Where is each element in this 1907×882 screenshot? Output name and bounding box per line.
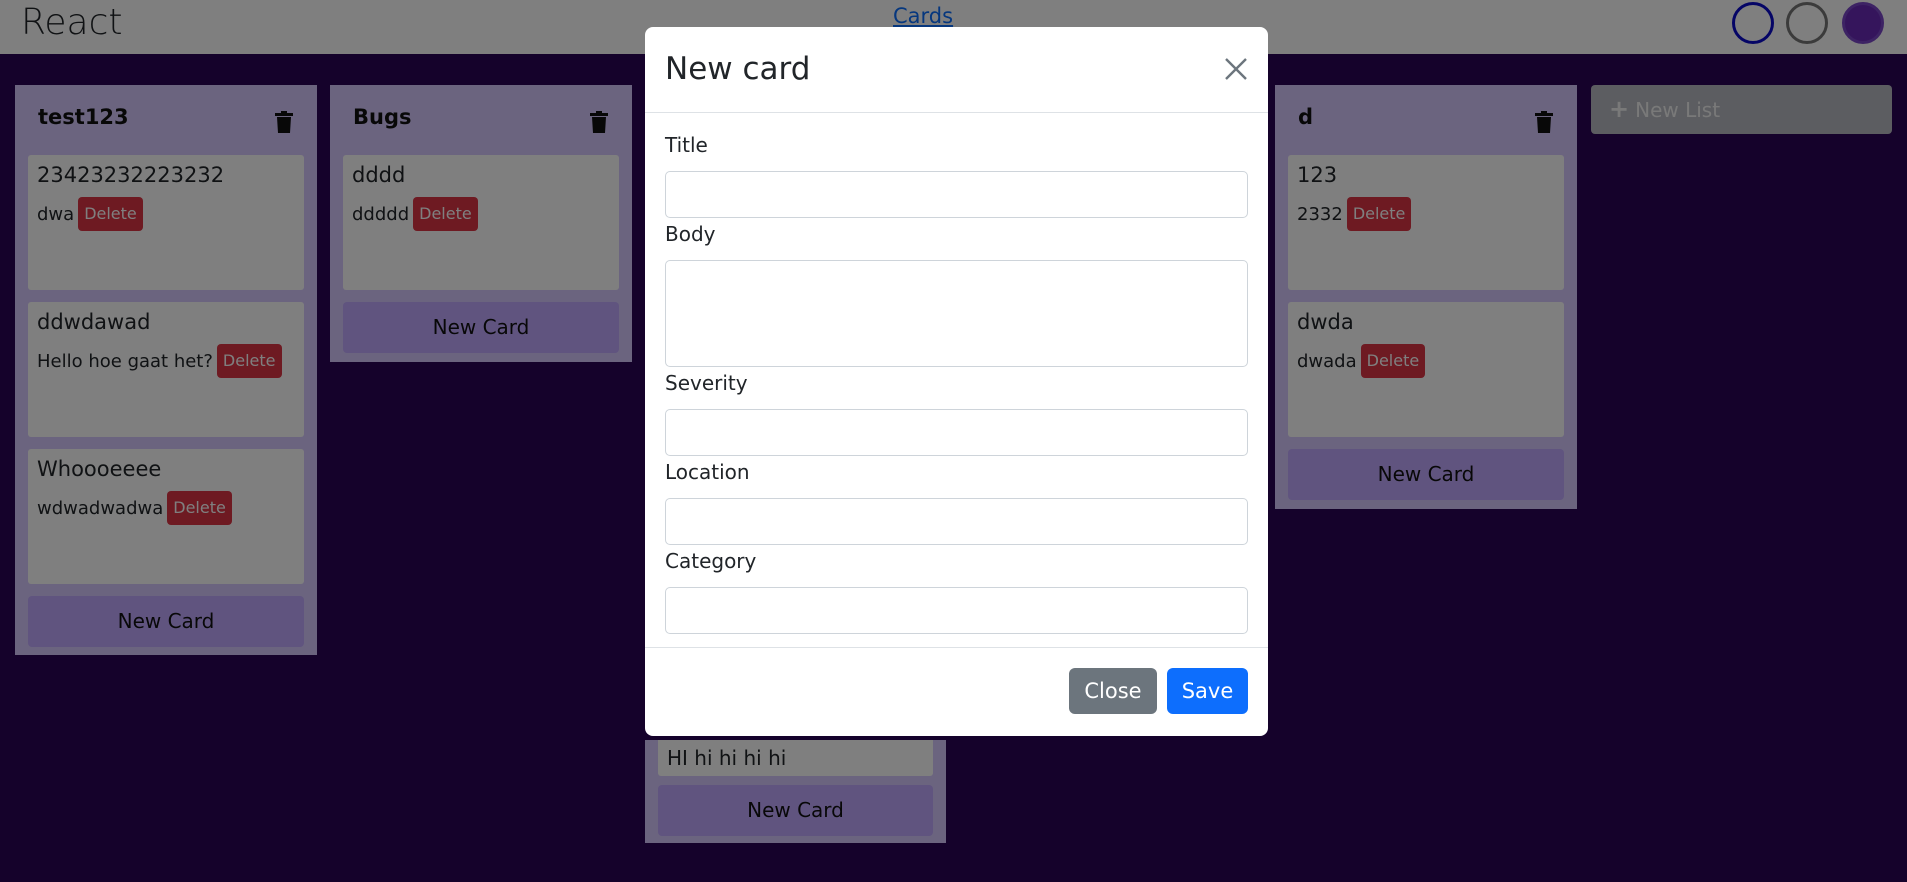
title-label: Title — [665, 133, 708, 157]
title-field[interactable] — [665, 171, 1248, 218]
location-field[interactable] — [665, 498, 1248, 545]
modal-body: Title Body Severity Location Category — [645, 113, 1268, 634]
severity-field[interactable] — [665, 409, 1248, 456]
category-field[interactable] — [665, 587, 1248, 634]
category-label: Category — [665, 549, 757, 573]
new-card-modal: New card Title Body Severity Location Ca… — [645, 27, 1268, 736]
modal-footer: Close Save — [645, 647, 1268, 736]
severity-label: Severity — [665, 371, 748, 395]
modal-title: New card — [665, 51, 811, 87]
location-label: Location — [665, 460, 750, 484]
save-button[interactable]: Save — [1167, 668, 1248, 714]
body-label: Body — [665, 222, 716, 246]
close-button[interactable]: Close — [1069, 668, 1157, 714]
close-icon[interactable] — [1222, 55, 1250, 83]
modal-header: New card — [645, 27, 1268, 113]
body-field[interactable] — [665, 260, 1248, 367]
